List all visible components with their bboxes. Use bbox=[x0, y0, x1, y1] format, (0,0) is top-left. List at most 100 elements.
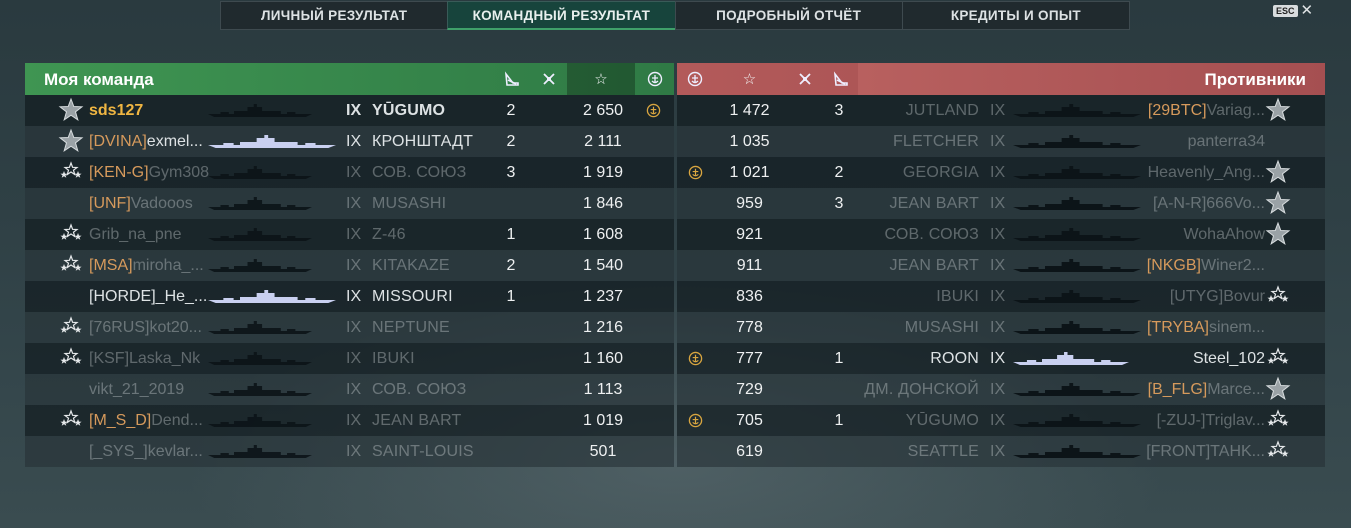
capture-icon[interactable] bbox=[636, 63, 674, 95]
ship-tier: IX bbox=[990, 226, 1006, 243]
player-name[interactable]: [UTYG]Bovur bbox=[1170, 281, 1265, 312]
ship-destroyed-icon[interactable] bbox=[823, 63, 859, 95]
ship-silhouette bbox=[1013, 405, 1143, 436]
player-row[interactable]: 1 021 2 GEORGIA IX Heavenly_Ang... bbox=[677, 157, 1325, 188]
player-row[interactable]: 778 MUSASHI IX [TRYBA]sinem... bbox=[677, 312, 1325, 343]
player-name[interactable]: [TRYBA]sinem... bbox=[1147, 312, 1265, 343]
planes-destroyed-icon[interactable] bbox=[531, 63, 567, 95]
tab-4[interactable]: КРЕДИТЫ И ОПЫТ bbox=[901, 1, 1130, 30]
kills-value bbox=[501, 436, 521, 467]
base-xp-value: 777 bbox=[736, 350, 763, 367]
base-xp-icon[interactable]: ☆ bbox=[717, 63, 782, 95]
player-row[interactable]: [MSA]miroha_... IX KITAKAZE 2 1 540 bbox=[25, 250, 674, 281]
player-name[interactable]: [DVINA]exmel... bbox=[89, 126, 203, 157]
player-row[interactable]: Grib_na_pne IX Z-46 1 1 608 bbox=[25, 219, 674, 250]
ship-silhouette bbox=[208, 436, 323, 467]
clan-tag: [NKGB] bbox=[1146, 257, 1201, 274]
player-row[interactable]: 1 472 3 JUTLAND IX [29BTC]Variag... bbox=[677, 95, 1325, 126]
player-row[interactable]: 777 1 ROON IX Steel_102 bbox=[677, 343, 1325, 374]
player-name[interactable]: [NKGB]Winer2... bbox=[1147, 250, 1265, 281]
player-row[interactable]: [DVINA]exmel... IX КРОНШТАДТ 2 2 111 bbox=[25, 126, 674, 157]
tab-3[interactable]: ПОДРОБНЫЙ ОТЧЁТ bbox=[674, 1, 902, 30]
rank-empty bbox=[1265, 314, 1291, 340]
player-nickname: miroha_... bbox=[132, 257, 204, 274]
capture-icon[interactable] bbox=[677, 63, 713, 95]
player-name[interactable]: sds127 bbox=[89, 95, 143, 126]
player-name[interactable]: [-ZUJ-]Triglav... bbox=[1157, 405, 1265, 436]
kills-value: 3 bbox=[834, 195, 844, 212]
player-name[interactable]: [A-N-R]666Vo... bbox=[1153, 188, 1265, 219]
player-name[interactable]: [KEN-G]Gym308 bbox=[89, 157, 209, 188]
base-xp-value: 1 160 bbox=[582, 350, 624, 367]
ship-tier: IX bbox=[346, 102, 362, 119]
ship-tier: IX bbox=[990, 443, 1006, 460]
player-row[interactable]: [HORDE]_He_... IX MISSOURI 1 1 237 bbox=[25, 281, 674, 312]
player-name[interactable]: [B_FLG]Marce... bbox=[1148, 374, 1265, 405]
my-team-header: Моя команда ☆ bbox=[25, 63, 674, 95]
base-xp-icon[interactable]: ☆ bbox=[567, 63, 635, 95]
player-row[interactable]: 729 ДМ. ДОНСКОЙ IX [B_FLG]Marce... bbox=[677, 374, 1325, 405]
ship-name: Z-46 bbox=[372, 226, 406, 243]
tab-2[interactable]: КОМАНДНЫЙ РЕЗУЛЬТАТ bbox=[447, 1, 675, 30]
player-row[interactable]: [_SYS_]kevlar... IX SAINT-LOUIS 501 bbox=[25, 436, 674, 467]
ship-name: СОВ. СОЮЗ bbox=[372, 164, 467, 181]
ship-silhouette bbox=[208, 157, 323, 188]
base-xp-value: 1 540 bbox=[582, 257, 624, 274]
rank-icon bbox=[1265, 221, 1291, 247]
ship-tier: IX bbox=[990, 133, 1006, 150]
player-name[interactable]: [FRONT]TAHK... bbox=[1146, 436, 1265, 467]
player-nickname: [-ZUJ-]Triglav... bbox=[1156, 412, 1265, 429]
player-name[interactable]: [29BTC]Variag... bbox=[1148, 95, 1265, 126]
player-name[interactable]: WohaAhow bbox=[1183, 219, 1265, 250]
player-name[interactable]: [KSF]Laska_Nk bbox=[89, 343, 200, 374]
player-name[interactable]: Heavenly_Ang... bbox=[1148, 157, 1265, 188]
player-name[interactable]: vikt_21_2019 bbox=[89, 374, 184, 405]
player-row[interactable]: 959 3 JEAN BART IX [A-N-R]666Vo... bbox=[677, 188, 1325, 219]
kills-value bbox=[829, 250, 849, 281]
player-row[interactable]: 921 СОВ. СОЮЗ IX WohaAhow bbox=[677, 219, 1325, 250]
player-name[interactable]: [M_S_D]Dend... bbox=[89, 405, 203, 436]
ship-name: ДМ. ДОНСКОЙ bbox=[864, 381, 979, 398]
ship-name: YŪGUMO bbox=[905, 412, 979, 429]
player-name[interactable]: [76RUS]kot20... bbox=[89, 312, 202, 343]
player-name[interactable]: panterra34 bbox=[1188, 126, 1265, 157]
player-row[interactable]: [KSF]Laska_Nk IX IBUKI 1 160 bbox=[25, 343, 674, 374]
player-name[interactable]: Steel_102 bbox=[1193, 343, 1265, 374]
ship-silhouette bbox=[1013, 95, 1143, 126]
ship-destroyed-icon[interactable] bbox=[494, 63, 530, 95]
ship-tier: IX bbox=[346, 195, 362, 212]
ship-name: СОВ. СОЮЗ bbox=[372, 381, 467, 398]
ship-tier: IX bbox=[990, 164, 1006, 181]
player-nickname: vikt_21_2019 bbox=[89, 381, 185, 398]
rank-icon bbox=[58, 314, 84, 340]
player-row[interactable]: [76RUS]kot20... IX NEPTUNE 1 216 bbox=[25, 312, 674, 343]
player-row[interactable]: [M_S_D]Dend... IX JEAN BART 1 019 bbox=[25, 405, 674, 436]
player-row[interactable]: vikt_21_2019 IX СОВ. СОЮЗ 1 113 bbox=[25, 374, 674, 405]
player-name[interactable]: [UNF]Vadooos bbox=[89, 188, 193, 219]
player-row[interactable]: 1 035 FLETCHER IX panterra34 bbox=[677, 126, 1325, 157]
rank-icon bbox=[1265, 283, 1291, 309]
close-icon[interactable]: ✕ bbox=[1301, 3, 1314, 18]
player-name[interactable]: [_SYS_]kevlar... bbox=[89, 436, 203, 467]
ship-tier: IX bbox=[346, 319, 362, 336]
player-row[interactable]: [KEN-G]Gym308 IX СОВ. СОЮЗ 3 1 919 bbox=[25, 157, 674, 188]
esc-close[interactable]: ESC ✕ bbox=[1273, 3, 1314, 18]
player-row[interactable]: sds127 IX YŪGUMO 2 2 650 bbox=[25, 95, 674, 126]
player-name[interactable]: Grib_na_pne bbox=[89, 219, 182, 250]
tab-1[interactable]: ЛИЧНЫЙ РЕЗУЛЬТАТ bbox=[220, 1, 448, 30]
player-row[interactable]: 619 SEATTLE IX [FRONT]TAHK... bbox=[677, 436, 1325, 467]
kills-value bbox=[829, 281, 849, 312]
ship-tier: IX bbox=[990, 350, 1006, 367]
player-row[interactable]: 705 1 YŪGUMO IX [-ZUJ-]Triglav... bbox=[677, 405, 1325, 436]
kills-value: 2 bbox=[506, 102, 516, 119]
base-xp-value: 1 237 bbox=[582, 288, 624, 305]
player-name[interactable]: [MSA]miroha_... bbox=[89, 250, 204, 281]
player-row[interactable]: [UNF]Vadooos IX MUSASHI 1 846 bbox=[25, 188, 674, 219]
player-name[interactable]: [HORDE]_He_... bbox=[89, 281, 207, 312]
player-row[interactable]: 836 IBUKI IX [UTYG]Bovur bbox=[677, 281, 1325, 312]
player-row[interactable]: 911 JEAN BART IX [NKGB]Winer2... bbox=[677, 250, 1325, 281]
rank-icon bbox=[1265, 190, 1291, 216]
planes-destroyed-icon[interactable] bbox=[787, 63, 823, 95]
ship-name: FLETCHER bbox=[892, 133, 979, 150]
base-xp-value: 1 608 bbox=[582, 226, 624, 243]
